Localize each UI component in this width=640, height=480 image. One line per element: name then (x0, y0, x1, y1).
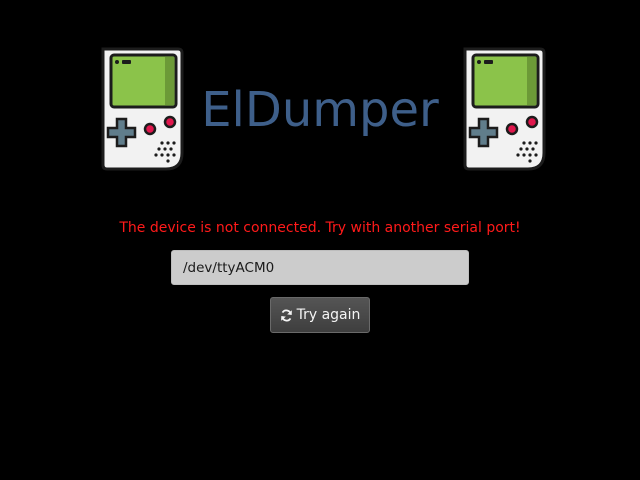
app-window: ElDumper The device is not connected. Tr… (0, 0, 640, 480)
gameboy-icon (98, 45, 188, 173)
serial-port-input[interactable] (171, 250, 469, 285)
try-again-button[interactable]: Try again (270, 297, 370, 333)
refresh-icon (280, 309, 293, 322)
try-again-label: Try again (296, 307, 361, 323)
error-message: The device is not connected. Try with an… (119, 220, 521, 236)
app-title: ElDumper (201, 82, 439, 138)
gameboy-icon (460, 45, 550, 173)
